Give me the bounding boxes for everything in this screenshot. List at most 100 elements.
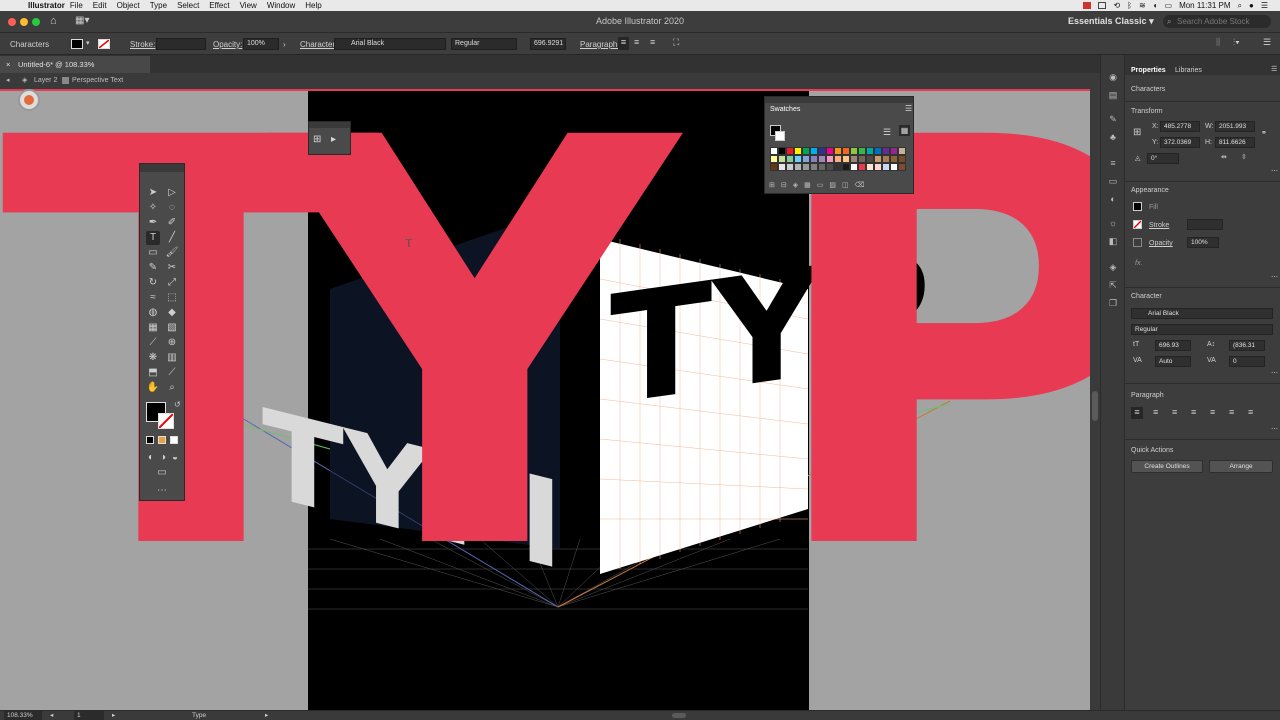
fill-swatch[interactable] — [71, 39, 83, 49]
justify-all-icon[interactable]: ≡ — [1248, 407, 1253, 417]
rotate-tool-icon[interactable]: ↻ — [146, 276, 160, 290]
opacity-field[interactable]: 100% — [1187, 237, 1219, 248]
workspace-switcher[interactable]: Essentials Classic ▾ — [1068, 16, 1154, 27]
close-tab-icon[interactable]: × — [6, 56, 10, 73]
color-swatch[interactable] — [834, 147, 842, 155]
color-swatch[interactable] — [826, 155, 834, 163]
lasso-tool-icon[interactable]: ◌ — [165, 201, 179, 215]
justify-left-icon[interactable]: ≡ — [1191, 407, 1196, 417]
color-swatch[interactable] — [770, 163, 778, 171]
scale-tool-icon[interactable]: ⤢ — [165, 276, 179, 290]
rotate-field[interactable]: 0° — [1147, 153, 1179, 164]
color-swatch[interactable] — [898, 163, 906, 171]
align-center-icon[interactable]: ≡ — [634, 37, 639, 47]
color-swatch[interactable] — [786, 147, 794, 155]
zoom-level-field[interactable]: 108.33% — [4, 711, 42, 720]
menu-select[interactable]: Select — [172, 0, 204, 11]
swap-fill-stroke-icon[interactable]: ↺ — [174, 400, 181, 409]
artboard-number-field[interactable]: 1 — [74, 711, 104, 720]
selection-tool-icon[interactable]: ➤ — [146, 186, 160, 200]
leading-field[interactable]: (836.31 — [1229, 340, 1265, 351]
color-swatch[interactable] — [778, 147, 786, 155]
color-swatch[interactable] — [898, 155, 906, 163]
navigator-icon[interactable]: ◉ — [1107, 71, 1119, 83]
appearance-icon[interactable]: ☼ — [1107, 217, 1119, 229]
color-swatch[interactable] — [810, 155, 818, 163]
list-view-icon[interactable]: ☰ — [883, 127, 891, 138]
more-options-icon[interactable]: ⋯ — [1271, 369, 1278, 377]
swatch-grid[interactable] — [770, 147, 906, 179]
scissors-tool-icon[interactable]: ✂ — [165, 261, 179, 275]
y-field[interactable]: 372.0369 — [1160, 137, 1200, 148]
color-swatch[interactable] — [890, 155, 898, 163]
swatches-panel[interactable]: Swatches ☰ ☰ ▦ ⊞⊟◈▦▭▨◫⌫ — [764, 96, 914, 194]
slice-tool-icon[interactable]: ⟋ — [165, 366, 179, 380]
color-swatch[interactable] — [890, 147, 898, 155]
direct-selection-tool-icon[interactable]: ▷ — [165, 186, 179, 200]
siri-icon[interactable]: ● — [1249, 0, 1254, 11]
color-swatch[interactable] — [858, 147, 866, 155]
stroke-color-box[interactable] — [158, 413, 174, 429]
color-swatch[interactable] — [882, 147, 890, 155]
color-swatch[interactable] — [866, 163, 874, 171]
font-style-field[interactable]: Regular — [451, 38, 517, 50]
align-left-icon[interactable]: ≡ — [1131, 407, 1143, 419]
draw-inside-icon[interactable]: ◒ — [168, 451, 182, 465]
align-right-icon[interactable]: ≡ — [650, 37, 655, 47]
status-menu-icon[interactable]: ▸ — [265, 711, 268, 720]
character-label[interactable]: Character: — [300, 40, 337, 49]
grid-view-icon[interactable]: ▦ — [899, 125, 910, 136]
align-center-icon[interactable]: ≡ — [1153, 407, 1158, 417]
color-swatch[interactable] — [882, 163, 890, 171]
more-options-icon[interactable]: ⋯ — [1271, 425, 1278, 433]
warp-tool-icon[interactable]: ≈ — [146, 291, 160, 305]
back-arrow-icon[interactable]: ◂ — [6, 73, 10, 89]
color-swatch[interactable] — [826, 147, 834, 155]
battery-icon[interactable]: ▭ — [1165, 0, 1173, 11]
color-swatch[interactable] — [786, 163, 794, 171]
color-swatch[interactable] — [842, 147, 850, 155]
live-paint-tool-icon[interactable]: ◆ — [165, 306, 179, 320]
type-tool-icon[interactable]: T — [146, 231, 160, 245]
flip-horizontal-icon[interactable]: ⇹ — [1221, 153, 1227, 161]
color-swatch[interactable] — [786, 155, 794, 163]
w-field[interactable]: 2051.993 — [1215, 121, 1255, 132]
justify-right-icon[interactable]: ≡ — [1229, 407, 1234, 417]
scroll-thumb[interactable] — [1092, 391, 1098, 421]
perspective-selection-tool-icon[interactable]: ▸ — [331, 134, 336, 145]
hand-tool-icon[interactable]: ✋ — [146, 381, 160, 395]
color-mode-icon[interactable] — [146, 436, 154, 444]
display-icon[interactable] — [1098, 2, 1107, 9]
color-swatch[interactable] — [818, 147, 826, 155]
paragraph-label[interactable]: Paragraph: — [580, 40, 620, 49]
gradient-panel-icon[interactable]: ▭ — [1107, 175, 1119, 187]
color-swatch[interactable] — [778, 155, 786, 163]
bluetooth-icon[interactable]: ᛒ — [1127, 0, 1132, 11]
breadcrumb-layer[interactable]: Layer 2 — [34, 73, 57, 89]
font-family-field[interactable]: Arial Black — [334, 38, 446, 50]
fill-color-swatch[interactable] — [1133, 202, 1142, 211]
font-style-field[interactable]: Regular — [1131, 324, 1273, 335]
color-swatch[interactable] — [794, 155, 802, 163]
stroke-swatch[interactable] — [98, 39, 110, 49]
menubar-clock[interactable]: Mon 11:31 PM — [1179, 0, 1230, 11]
previous-artboard-icon[interactable]: ◂ — [50, 711, 53, 720]
color-swatch[interactable] — [842, 155, 850, 163]
color-swatch[interactable] — [858, 163, 866, 171]
color-swatch[interactable] — [770, 155, 778, 163]
symbols-icon[interactable]: ♣ — [1107, 131, 1119, 143]
color-swatch[interactable] — [858, 155, 866, 163]
perspective-grid-tool-icon[interactable]: ▦ — [146, 321, 160, 335]
more-options-icon[interactable]: ⋯ — [1271, 167, 1278, 175]
tracking-field[interactable]: 0 — [1229, 356, 1265, 367]
align-objects-icon[interactable]: ⫼ — [1216, 37, 1220, 48]
fx-button[interactable]: fx. — [1135, 260, 1142, 267]
color-swatch[interactable] — [810, 163, 818, 171]
gradient-tool-icon[interactable]: ▧ — [165, 321, 179, 335]
color-swatch[interactable] — [810, 147, 818, 155]
menu-type[interactable]: Type — [145, 0, 172, 11]
big-letter-y[interactable]: Y — [263, 89, 683, 674]
edit-toolbar-icon[interactable]: ⋯ — [155, 484, 169, 498]
tab-libraries[interactable]: Libraries — [1175, 67, 1202, 74]
flip-vertical-icon[interactable]: ⇳ — [1241, 153, 1247, 161]
